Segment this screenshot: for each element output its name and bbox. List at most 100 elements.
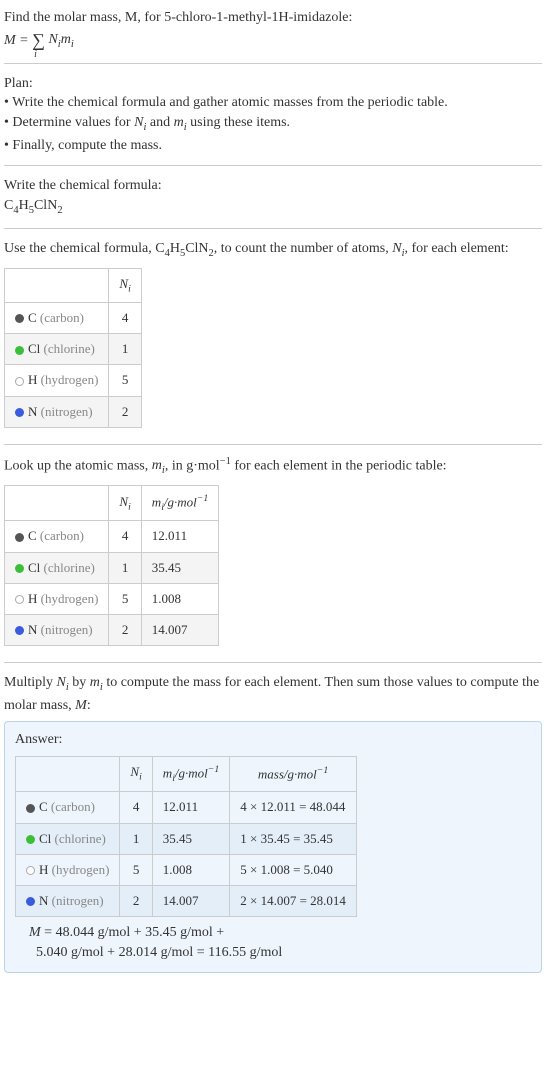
element-cell: C (carbon) — [5, 302, 109, 333]
element-name: (hydrogen) — [52, 862, 110, 877]
answer-box: Answer: Ni mi/g·mol−1 mass/g·mol−1 C (ca… — [4, 721, 542, 973]
value-cell: 12.011 — [141, 521, 218, 552]
write-formula-block: Write the chemical formula: C4H5ClN2 — [4, 174, 542, 220]
element-cell: C (carbon) — [5, 521, 109, 552]
element-dot-icon — [15, 377, 24, 386]
element-dot-icon — [15, 626, 24, 635]
element-symbol: C — [39, 799, 48, 814]
value-cell: 5 — [109, 365, 141, 396]
molar-mass-equation: M = ∑ i Nimi — [4, 28, 542, 53]
value-cell: 1 × 35.45 = 35.45 — [230, 823, 357, 854]
element-dot-icon — [26, 835, 35, 844]
value-cell: 4 × 12.011 = 48.044 — [230, 792, 357, 823]
element-cell: N (nitrogen) — [5, 614, 109, 645]
element-dot-icon — [26, 804, 35, 813]
answer-label: Answer: — [15, 730, 531, 750]
value-cell: 2 — [120, 885, 152, 916]
element-name: (carbon) — [51, 799, 95, 814]
table-row: Cl (chlorine)1 — [5, 334, 142, 365]
value-cell: 2 — [109, 396, 141, 427]
count-atoms-block: Use the chemical formula, C4H5ClN2, to c… — [4, 237, 542, 435]
plan-title: Plan: — [4, 74, 542, 94]
table-row: N (nitrogen)214.007 — [5, 614, 219, 645]
element-cell: Cl (chlorine) — [16, 823, 120, 854]
divider — [4, 444, 542, 445]
element-cell: C (carbon) — [16, 792, 120, 823]
eq-left: M = — [4, 32, 32, 47]
table-row: N (nitrogen)2 — [5, 396, 142, 427]
col-ni: Ni — [109, 268, 141, 302]
table-row: H (hydrogen)5 — [5, 365, 142, 396]
table-row: Cl (chlorine)135.451 × 35.45 = 35.45 — [16, 823, 357, 854]
element-name: (hydrogen) — [41, 372, 99, 387]
table-row: C (carbon)412.011 — [5, 521, 219, 552]
lookup-text: Look up the atomic mass, mi, in g·mol−1 … — [4, 455, 542, 479]
intro-line: Find the molar mass, M, for 5-chloro-1-m… — [4, 8, 542, 28]
element-cell: Cl (chlorine) — [5, 552, 109, 583]
element-name: (hydrogen) — [41, 591, 99, 606]
value-cell: 5 — [120, 854, 152, 885]
element-name: (carbon) — [40, 310, 84, 325]
value-cell: 1.008 — [141, 583, 218, 614]
element-symbol: Cl — [39, 831, 51, 846]
col-mi: mi/g·mol−1 — [141, 485, 218, 521]
element-cell: N (nitrogen) — [5, 396, 109, 427]
atom-count-table: Ni C (carbon)4Cl (chlorine)1H (hydrogen)… — [4, 268, 142, 428]
col-mi: mi/g·mol−1 — [152, 756, 229, 792]
col-ni: Ni — [120, 756, 152, 792]
element-symbol: Cl — [28, 560, 40, 575]
element-symbol: H — [28, 591, 37, 606]
element-cell: H (hydrogen) — [5, 365, 109, 396]
element-name: (chlorine) — [44, 341, 95, 356]
element-cell: H (hydrogen) — [16, 854, 120, 885]
intro-block: Find the molar mass, M, for 5-chloro-1-m… — [4, 6, 542, 55]
table-row: C (carbon)4 — [5, 302, 142, 333]
atomic-mass-body: C (carbon)412.011Cl (chlorine)135.45H (h… — [5, 521, 219, 646]
col-element — [5, 268, 109, 302]
element-symbol: H — [39, 862, 48, 877]
element-dot-icon — [26, 897, 35, 906]
element-symbol: N — [39, 893, 48, 908]
value-cell: 2 — [109, 614, 141, 645]
element-symbol: N — [28, 404, 37, 419]
element-name: (nitrogen) — [41, 404, 93, 419]
element-dot-icon — [15, 346, 24, 355]
value-cell: 12.011 — [152, 792, 229, 823]
answer-table: Ni mi/g·mol−1 mass/g·mol−1 C (carbon)412… — [15, 756, 357, 917]
element-dot-icon — [15, 408, 24, 417]
divider — [4, 165, 542, 166]
table-row: Cl (chlorine)135.45 — [5, 552, 219, 583]
value-cell: 4 — [109, 521, 141, 552]
element-name: (nitrogen) — [52, 893, 104, 908]
element-symbol: N — [28, 622, 37, 637]
value-cell: 35.45 — [141, 552, 218, 583]
col-mass: mass/g·mol−1 — [230, 756, 357, 792]
element-name: (chlorine) — [55, 831, 106, 846]
element-cell: Cl (chlorine) — [5, 334, 109, 365]
col-ni: Ni — [109, 485, 141, 521]
atom-count-body: C (carbon)4Cl (chlorine)1H (hydrogen)5N … — [5, 302, 142, 427]
plan-item: Write the chemical formula and gather at… — [4, 93, 542, 113]
lookup-block: Look up the atomic mass, mi, in g·mol−1 … — [4, 453, 542, 654]
sigma-icon: ∑ i — [32, 28, 45, 53]
value-cell: 14.007 — [141, 614, 218, 645]
element-symbol: C — [28, 310, 37, 325]
element-symbol: Cl — [28, 341, 40, 356]
final-equation: M = 48.044 g/mol + 35.45 g/mol + 5.040 g… — [15, 923, 531, 962]
element-name: (nitrogen) — [41, 622, 93, 637]
table-row: C (carbon)412.0114 × 12.011 = 48.044 — [16, 792, 357, 823]
multiply-text: Multiply Ni by mi to compute the mass fo… — [4, 673, 542, 715]
value-cell: 35.45 — [152, 823, 229, 854]
table-row: H (hydrogen)51.0085 × 1.008 = 5.040 — [16, 854, 357, 885]
divider — [4, 228, 542, 229]
atomic-mass-table: Ni mi/g·mol−1 C (carbon)412.011Cl (chlor… — [4, 485, 219, 646]
value-cell: 1 — [109, 552, 141, 583]
plan-item: Determine values for Ni and mi using the… — [4, 113, 542, 135]
element-dot-icon — [15, 533, 24, 542]
divider — [4, 63, 542, 64]
multiply-block: Multiply Ni by mi to compute the mass fo… — [4, 671, 542, 975]
value-cell: 1 — [109, 334, 141, 365]
value-cell: 1.008 — [152, 854, 229, 885]
element-name: (carbon) — [40, 528, 84, 543]
plan-item: Finally, compute the mass. — [4, 136, 542, 156]
